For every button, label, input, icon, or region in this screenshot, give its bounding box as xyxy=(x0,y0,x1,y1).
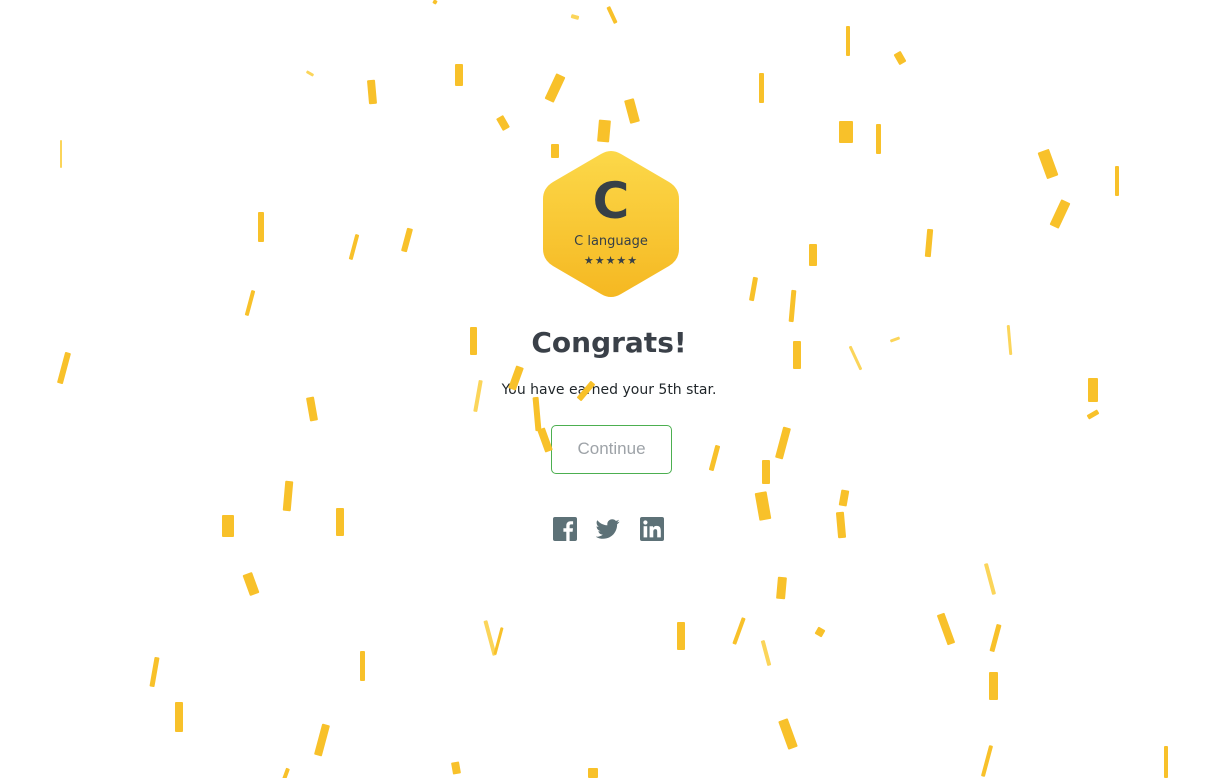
confetti-piece xyxy=(924,228,934,258)
confetti-piece xyxy=(708,444,721,472)
confetti-piece xyxy=(313,723,331,757)
confetti-piece xyxy=(624,98,640,124)
confetti-piece xyxy=(493,627,504,655)
badge-course-name: C language xyxy=(574,234,648,249)
confetti-piece xyxy=(1049,199,1071,229)
achievement-message: You have earned your 5th star. xyxy=(501,382,717,398)
confetti-piece xyxy=(258,212,264,242)
confetti-piece xyxy=(1037,148,1059,180)
confetti-piece xyxy=(835,511,847,539)
badge-star-rating: ★★★★★ xyxy=(583,254,639,267)
confetti-piece xyxy=(60,140,62,168)
twitter-icon[interactable] xyxy=(596,517,620,541)
confetti-piece xyxy=(732,617,746,645)
share-buttons xyxy=(553,517,667,543)
confetti-piece xyxy=(778,718,798,750)
confetti-piece xyxy=(432,0,438,5)
confetti-piece xyxy=(759,73,764,103)
confetti-piece xyxy=(175,702,183,732)
confetti-piece xyxy=(366,79,378,105)
confetti-piece xyxy=(597,119,611,143)
confetti-piece xyxy=(305,396,319,422)
confetti-piece xyxy=(544,73,566,103)
confetti-piece xyxy=(814,626,826,638)
linkedin-icon[interactable] xyxy=(640,517,664,541)
confetti-piece xyxy=(222,515,234,537)
confetti-piece xyxy=(893,50,907,66)
confetti-piece xyxy=(282,480,294,512)
confetti-piece xyxy=(846,26,850,56)
confetti-piece xyxy=(989,672,998,700)
confetti-piece xyxy=(570,14,580,20)
congrats-title: Congrats! xyxy=(531,326,687,359)
confetti-piece xyxy=(980,745,994,777)
confetti-piece xyxy=(242,571,260,597)
badge-letter: C xyxy=(592,172,630,230)
facebook-icon[interactable] xyxy=(553,517,577,541)
confetti-piece xyxy=(936,612,956,646)
confetti-piece xyxy=(496,114,510,132)
confetti-piece xyxy=(451,761,461,775)
confetti-piece xyxy=(360,651,365,681)
confetti-piece xyxy=(762,460,770,484)
confetti-piece xyxy=(754,491,772,521)
continue-button[interactable]: Continue xyxy=(551,425,672,474)
confetti-piece xyxy=(809,244,817,266)
confetti-piece xyxy=(400,227,414,253)
confetti-piece xyxy=(774,426,792,460)
confetti-piece xyxy=(149,656,160,688)
celebration-screen: C C language ★★★★★ Congrats! You have ea… xyxy=(0,0,1218,778)
confetti-piece xyxy=(788,289,797,323)
confetti-piece xyxy=(483,620,497,656)
confetti-piece xyxy=(588,768,598,778)
confetti-piece xyxy=(244,289,256,317)
confetti-piece xyxy=(983,563,997,595)
confetti-piece xyxy=(455,64,463,86)
confetti-piece xyxy=(305,70,315,77)
confetti-piece xyxy=(336,508,344,536)
confetti-piece xyxy=(760,639,772,667)
confetti-piece xyxy=(776,576,787,600)
confetti-piece xyxy=(606,5,618,25)
confetti-piece xyxy=(1086,409,1100,420)
achievement-badge: C C language ★★★★★ xyxy=(541,149,681,299)
confetti-piece xyxy=(838,489,850,507)
confetti-piece xyxy=(839,121,853,143)
confetti-piece xyxy=(1115,166,1119,196)
confetti-piece xyxy=(876,124,881,154)
confetti-piece xyxy=(282,767,290,778)
confetti-piece xyxy=(989,623,1002,653)
confetti-piece xyxy=(532,396,542,432)
confetti-piece xyxy=(348,233,360,261)
confetti-piece xyxy=(748,276,759,302)
confetti-piece xyxy=(1164,746,1168,778)
confetti-piece xyxy=(677,622,685,650)
